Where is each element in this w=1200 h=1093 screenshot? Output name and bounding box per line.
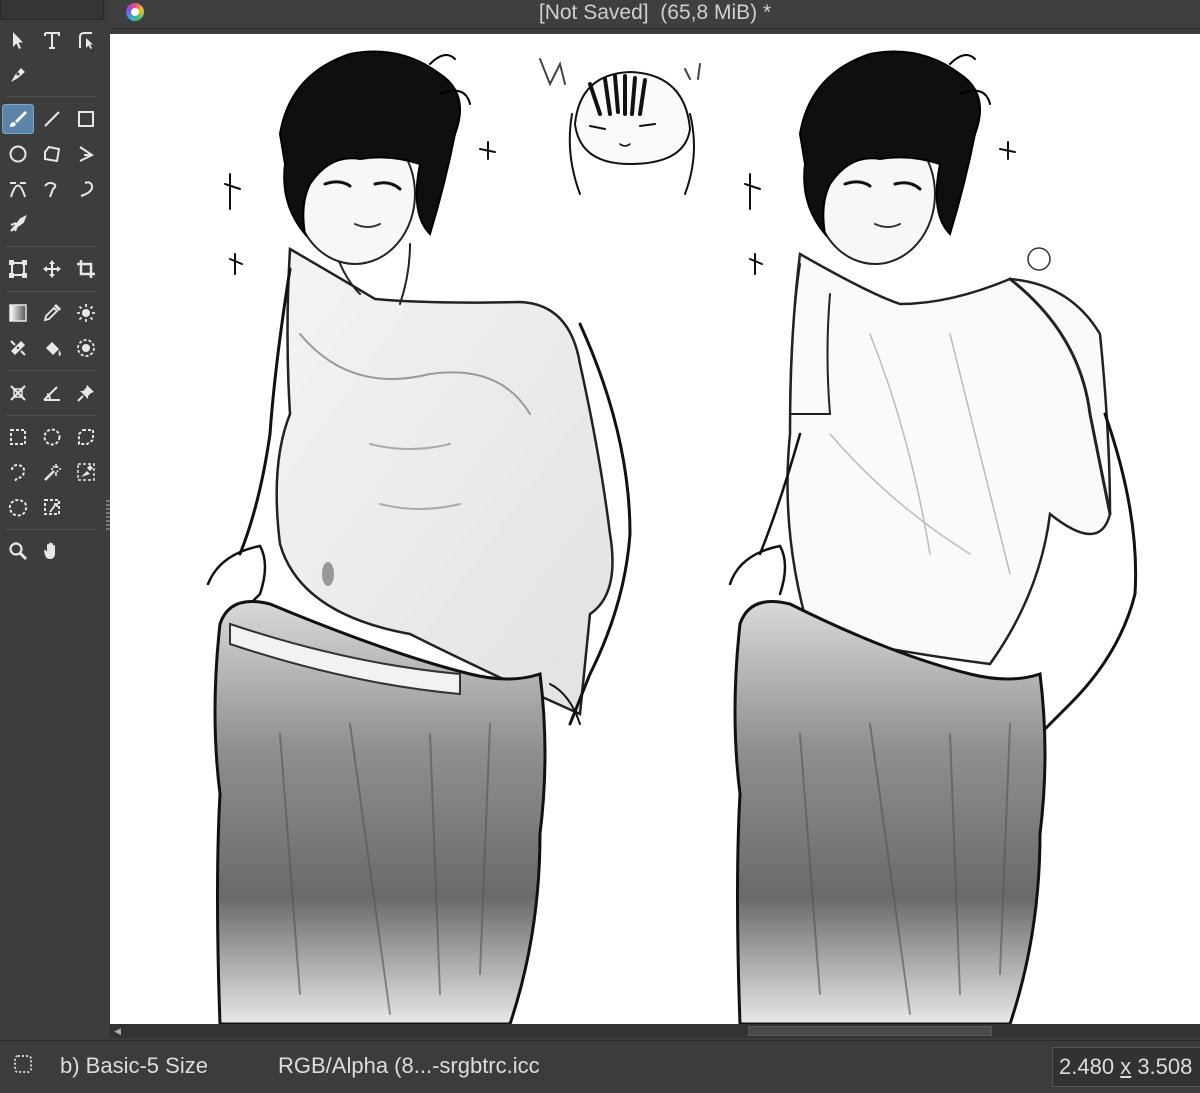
freehand-path-tool[interactable] (36, 174, 68, 204)
rectangle-icon (78, 111, 94, 127)
polygon-select-icon (78, 429, 94, 445)
measure-icon (43, 386, 60, 401)
line-tool[interactable] (36, 104, 68, 134)
select-shapes-tool[interactable] (2, 25, 34, 55)
status-bar: b) Basic-5 Size RGB/Alpha (8...-srgbtrc.… (0, 1040, 1200, 1093)
magnetic-selection-tool[interactable] (36, 492, 68, 522)
move-icon (43, 260, 61, 278)
contiguous-selection-tool[interactable] (36, 457, 68, 487)
scroll-left-icon[interactable]: ◀ (114, 1026, 124, 1036)
document-title: [Not Saved] (65,8 MiB) * (110, 0, 1200, 26)
multibrush-icon (10, 214, 27, 232)
title-size: (65,8 MiB) * (660, 1, 772, 24)
freehand-select-icon (11, 463, 26, 482)
dims-separator: x (1120, 1054, 1132, 1079)
polygonal-selection-tool[interactable] (70, 422, 102, 452)
rectangle-tool[interactable] (70, 104, 102, 134)
toolbox-header (0, 0, 104, 20)
bezier-curve-tool[interactable] (2, 174, 34, 204)
brush-icon (10, 111, 27, 127)
magic-wand-icon (44, 464, 61, 481)
similar-color-selection-tool[interactable] (70, 457, 102, 487)
bezier-selection-tool[interactable] (2, 492, 34, 522)
brush-preset-label: b) Basic-5 Size (60, 1053, 208, 1078)
pin-icon (77, 385, 94, 402)
ellipse-tool[interactable] (2, 139, 34, 169)
paint-bucket-icon (46, 342, 61, 356)
polyline-icon (79, 146, 94, 162)
enclose-fill-icon (77, 339, 95, 357)
dynamic-brush-icon (80, 181, 94, 197)
pan-tool[interactable] (36, 536, 68, 566)
zoom-icon (9, 542, 28, 561)
polyline-tool[interactable] (70, 139, 102, 169)
ellipse-icon (9, 145, 27, 163)
measure-tool[interactable] (36, 378, 68, 408)
polygon-tool[interactable] (36, 139, 68, 169)
zoom-tool[interactable] (2, 536, 34, 566)
right-figure (728, 50, 1138, 1024)
multibrush-tool[interactable] (2, 209, 34, 239)
elliptical-selection-tool[interactable] (36, 422, 68, 452)
transform-tool[interactable] (2, 254, 34, 284)
bezier-icon (10, 182, 26, 198)
sketch-artwork (206, 50, 1138, 1024)
chibi-sketch (539, 58, 701, 195)
color-picker-tool[interactable] (36, 298, 68, 328)
assistant-tool[interactable] (2, 378, 34, 408)
dims-width: 2.480 (1059, 1054, 1115, 1079)
similar-select-icon (77, 463, 95, 481)
dynamic-brush-tool[interactable] (70, 174, 102, 204)
gradient-tool[interactable] (2, 298, 34, 328)
polygon-icon (44, 145, 61, 163)
color-profile-label: RGB/Alpha (8...-srgbtrc.icc (278, 1053, 540, 1078)
title-status: [Not Saved] (538, 1, 649, 24)
text-tool[interactable] (36, 25, 68, 55)
selection-status-icon[interactable] (14, 1055, 32, 1073)
canvas-horizontal-scrollbar[interactable]: ◀ (110, 1024, 1200, 1038)
scrollbar-thumb[interactable] (748, 1026, 992, 1036)
move-tool[interactable] (36, 254, 68, 284)
freehand-brush-tool[interactable] (2, 104, 34, 134)
drawing-canvas[interactable] (110, 34, 1200, 1024)
document-title-bar: [Not Saved] (65,8 MiB) * (110, 0, 1200, 29)
eyedropper-icon (43, 304, 61, 322)
brush-cursor (1027, 247, 1051, 271)
gradient-icon (9, 304, 27, 322)
assistant-icon (10, 385, 26, 401)
image-dimensions[interactable]: 2.480 x 3.508 (1052, 1047, 1200, 1087)
calligraphy-tool[interactable] (2, 59, 34, 89)
reference-images-tool[interactable] (70, 378, 102, 408)
fill-tool[interactable] (36, 333, 68, 363)
crop-tool[interactable] (70, 254, 102, 284)
line-icon (44, 111, 60, 127)
colorize-mask-icon (77, 304, 95, 322)
freehand-path-icon (44, 181, 57, 198)
edit-shapes-tool[interactable] (70, 25, 102, 55)
enclose-and-fill-tool[interactable] (70, 333, 102, 363)
edit-shapes-icon (79, 32, 93, 49)
calligraphy-pen-icon (11, 68, 25, 82)
rectangular-selection-tool[interactable] (2, 422, 34, 452)
text-icon (44, 32, 60, 49)
freehand-selection-tool[interactable] (2, 457, 34, 487)
toolbox (0, 0, 110, 1040)
arrow-pointer-icon (13, 32, 23, 49)
magnetic-select-icon (44, 499, 60, 515)
left-figure (206, 50, 632, 1024)
transform-icon (9, 260, 27, 278)
crop-icon (77, 260, 95, 278)
bezier-select-icon (8, 499, 28, 517)
rect-select-icon (10, 429, 26, 445)
colorize-mask-tool[interactable] (70, 298, 102, 328)
hand-icon (44, 542, 55, 559)
smart-patch-tool[interactable] (2, 333, 34, 363)
smart-patch-icon (10, 340, 26, 356)
ellipse-select-icon (43, 428, 61, 446)
dims-height: 3.508 (1137, 1054, 1193, 1079)
